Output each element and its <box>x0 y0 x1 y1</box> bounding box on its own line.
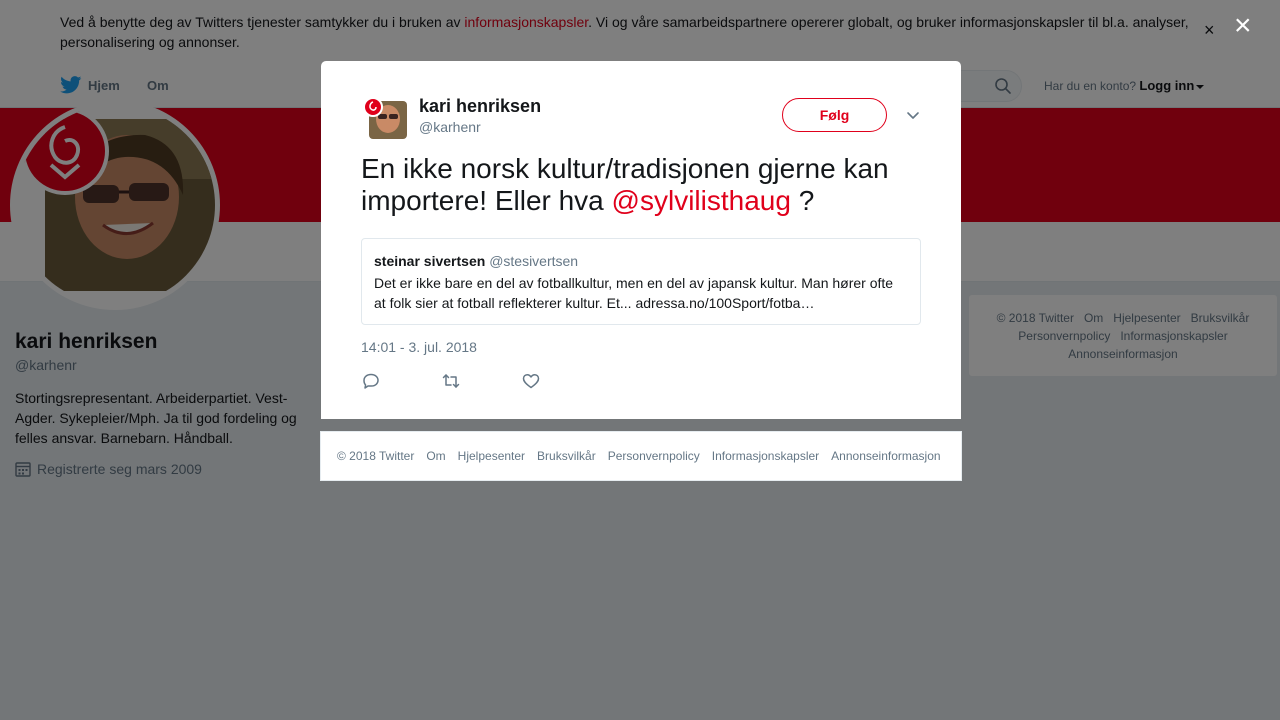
follow-button[interactable]: Følg <box>782 98 887 132</box>
retweet-icon[interactable] <box>441 371 461 391</box>
close-icon[interactable]: × <box>1234 11 1252 41</box>
quoted-tweet-text: Det er ikke bare en del av fotballkultur… <box>374 275 894 311</box>
footer-link[interactable]: Informasjonskapsler <box>712 449 819 463</box>
modal-footer: © 2018 Twitter Om Hjelpesenter Bruksvilk… <box>320 431 962 481</box>
footer-link[interactable]: Bruksvilkår <box>537 449 596 463</box>
quoted-author-handle: @stesivertsen <box>489 253 579 269</box>
footer-link[interactable]: Annonseinformasjon <box>831 449 940 463</box>
footer-link[interactable]: Personvernpolicy <box>608 449 700 463</box>
reply-icon[interactable] <box>361 371 381 391</box>
footer-link[interactable]: Hjelpesenter <box>458 449 525 463</box>
tweet-text: En ikke norsk kultur/tradisjonen gjerne … <box>361 153 931 217</box>
quoted-author-name: steinar sivertsen <box>374 253 486 269</box>
quoted-tweet[interactable]: steinar sivertsen @stesivertsen Det er i… <box>361 238 921 325</box>
tweet-timestamp[interactable]: 14:01 - 3. jul. 2018 <box>361 339 477 355</box>
chevron-down-icon[interactable] <box>905 107 921 123</box>
quoted-tweet-header: steinar sivertsen @stesivertsen <box>374 252 908 270</box>
footer-link[interactable]: Om <box>426 449 445 463</box>
author-name[interactable]: kari henriksen <box>419 96 541 117</box>
author-handle[interactable]: @karhenr <box>419 119 481 135</box>
tweet-text-part: ? <box>790 185 815 216</box>
tweet-modal: kari henriksen @karhenr Følg En ikke nor… <box>321 61 961 419</box>
footer-link[interactable]: © 2018 Twitter <box>337 449 414 463</box>
author-avatar[interactable] <box>361 97 407 139</box>
mention-link[interactable]: @sylvilisthaug <box>612 185 791 216</box>
heart-icon[interactable] <box>521 371 541 391</box>
